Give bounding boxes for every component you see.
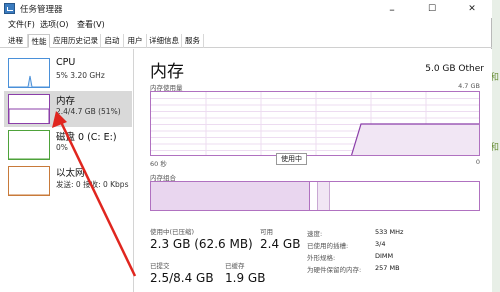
minimize-button[interactable]: – [372, 0, 412, 18]
task-manager-window: 任务管理器 – ☐ ✕ 文件(F) 选项(O) 查看(V) 进程 性能 应用历史… [0, 0, 492, 292]
cached-value: 1.9 GB [225, 271, 266, 285]
tab-performance[interactable]: 性能 [28, 34, 50, 48]
committed-label: 已提交 [150, 262, 170, 270]
cached-label: 已缓存 [225, 262, 245, 270]
tab-processes[interactable]: 进程 [4, 34, 28, 48]
detail-key: 速度: [307, 230, 323, 238]
in-use-value: 2.3 GB (62.6 MB) [150, 237, 253, 251]
committed-value: 2.5/8.4 GB [150, 271, 214, 285]
sidebar-item-sub: 0% [56, 143, 68, 152]
in-use-label: 使用中(已压缩) [150, 228, 195, 236]
detail-value: 257 MB [375, 264, 400, 272]
tab-details[interactable]: 详细信息 [147, 34, 182, 48]
composition-modified [310, 182, 318, 210]
memory-thumbnail [8, 94, 50, 124]
detail-key: 为硬件保留的内存: [307, 266, 362, 274]
sidebar-item-label: 以太网 [56, 168, 85, 179]
detail-value: DIMM [375, 252, 394, 260]
maximize-button[interactable]: ☐ [412, 0, 452, 18]
tab-bar: 进程 性能 应用历史记录 启动 用户 详细信息 服务 [0, 33, 492, 48]
cpu-thumbnail [8, 58, 50, 88]
tab-startup[interactable]: 启动 [101, 34, 124, 48]
sidebar-item-ethernet[interactable]: 以太网 发送: 0 接收: 0 Kbps [4, 163, 132, 199]
sidebar-item-label: CPU [56, 57, 76, 68]
menu-options[interactable]: 选项(O) [40, 19, 69, 30]
task-manager-icon [4, 3, 15, 14]
sidebar-item-cpu[interactable]: CPU 5% 3.20 GHz [4, 55, 132, 91]
sidebar-item-label: 内存 [56, 96, 76, 107]
available-label: 可用 [260, 228, 273, 236]
axis-right-label: 0 [475, 158, 480, 166]
close-button[interactable]: ✕ [452, 0, 492, 18]
composition-standby [318, 182, 330, 210]
memory-detail-panel: 内存 5.0 GB Other 内存使用量 4.7 GB 60 秒 0 使用中 … [135, 49, 492, 292]
detail-key: 已使用的插槽: [307, 242, 349, 250]
sidebar-item-memory[interactable]: 内存 2.4/4.7 GB (51%) [4, 91, 132, 127]
memory-composition-bar [150, 181, 480, 211]
tab-users[interactable]: 用户 [124, 34, 147, 48]
disk-thumbnail [8, 130, 50, 160]
performance-sidebar: CPU 5% 3.20 GHz 内存 2.4/4.7 GB (51%) 磁盘 0… [0, 49, 134, 292]
detail-key: 外形规格: [307, 254, 336, 262]
tab-app-history[interactable]: 应用历史记录 [51, 34, 101, 48]
desktop-background-strip: 和 和 [490, 0, 500, 292]
menu-view[interactable]: 查看(V) [77, 19, 105, 30]
page-title: 内存 [150, 62, 184, 82]
available-value: 2.4 GB [260, 237, 301, 251]
menu-bar: 文件(F) 选项(O) 查看(V) [0, 18, 492, 32]
sidebar-item-disk[interactable]: 磁盘 0 (C: E:) 0% [4, 127, 132, 163]
sidebar-item-sub: 5% 3.20 GHz [56, 71, 105, 80]
ethernet-thumbnail [8, 166, 50, 196]
composition-in-use [151, 182, 310, 210]
title-bar: 任务管理器 – ☐ ✕ [0, 0, 492, 18]
window-title: 任务管理器 [20, 5, 63, 15]
sidebar-item-label: 磁盘 0 (C: E:) [56, 132, 117, 143]
memory-usage-graph [150, 91, 480, 156]
detail-value: 533 MHz [375, 228, 404, 236]
sidebar-item-sub: 发送: 0 接收: 0 Kbps [56, 180, 129, 189]
sidebar-item-sub: 2.4/4.7 GB (51%) [56, 107, 121, 116]
menu-file[interactable]: 文件(F) [8, 19, 35, 30]
memory-usage-plot [151, 92, 479, 155]
tooltip-in-use: 使用中 [276, 153, 307, 165]
graph-max: 4.7 GB [458, 82, 480, 90]
detail-value: 3/4 [375, 240, 386, 248]
tab-services[interactable]: 服务 [182, 34, 204, 48]
memory-total: 5.0 GB Other [425, 64, 484, 74]
axis-left-label: 60 秒 [150, 160, 167, 168]
